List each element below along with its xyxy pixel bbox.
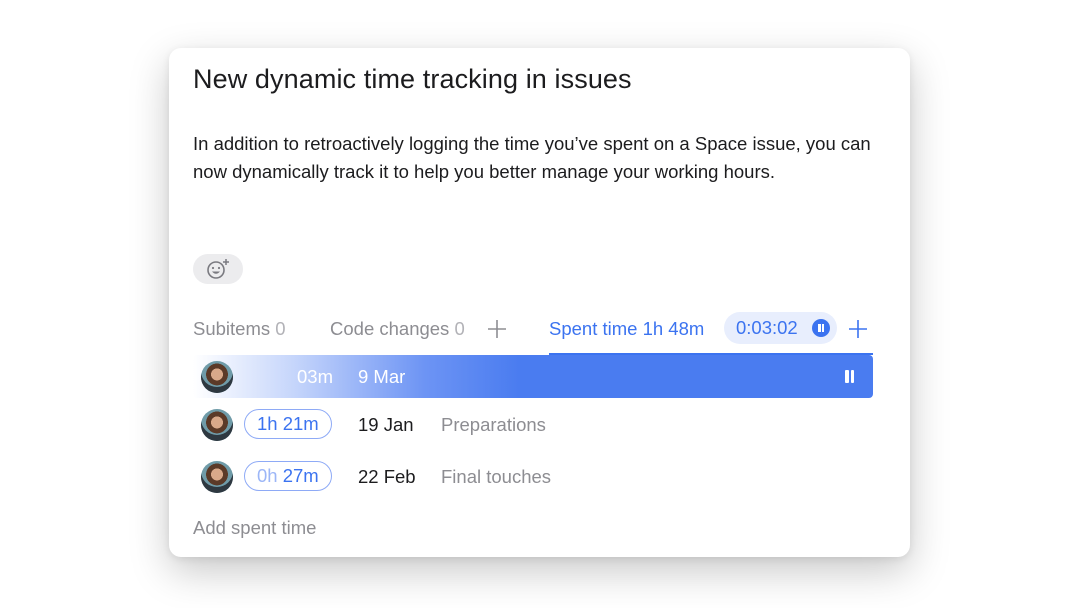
tab-code-changes[interactable]: Code changes 0 [330, 318, 465, 340]
tab-subitems-count: 0 [275, 318, 286, 339]
avatar [201, 409, 233, 441]
issue-description: In addition to retroactively logging the… [193, 133, 871, 182]
entry-minutes: 27m [282, 465, 319, 486]
entry-duration-pill[interactable]: 0h 27m [244, 461, 332, 491]
time-entry-row[interactable]: 0h 27m 22 Feb Final touches [193, 457, 873, 497]
issue-title: New dynamic time tracking in issues [193, 64, 632, 94]
time-entry-row[interactable]: 1h 21m 19 Jan Preparations [193, 405, 873, 445]
tab-spent-time-total: 1h 48m [642, 318, 705, 339]
active-time-entry[interactable]: 03m 9 Mar [193, 355, 873, 398]
add-reaction-button[interactable] [193, 254, 243, 284]
pause-icon[interactable] [812, 319, 830, 337]
tab-subitems-label: Subitems [193, 318, 271, 339]
add-code-change-plus-icon[interactable] [487, 319, 507, 339]
timer-value: 0:03:02 [736, 317, 798, 338]
add-emoji-icon [207, 259, 229, 279]
pause-icon[interactable] [843, 370, 855, 384]
tab-spent-time-label: Spent time [549, 318, 638, 339]
entry-note: Preparations [441, 414, 546, 435]
tab-subitems[interactable]: Subitems 0 [193, 318, 286, 340]
entry-note: Final touches [441, 466, 552, 487]
active-entry-date: 9 Mar [358, 366, 406, 387]
entry-hours: 0h [257, 465, 278, 486]
avatar [201, 461, 233, 493]
tab-code-changes-label: Code changes [330, 318, 450, 339]
tab-spent-time[interactable]: Spent time 1h 48m [549, 318, 704, 340]
issue-card: New dynamic time tracking in issues In a… [169, 48, 910, 557]
entry-date: 19 Jan [358, 414, 414, 435]
tabs-bar: Subitems 0 Code changes 0 Spent time 1h … [193, 312, 873, 355]
entry-date: 22 Feb [358, 466, 416, 487]
running-timer[interactable]: 0:03:02 [724, 312, 837, 344]
entry-minutes: 21m [282, 413, 319, 434]
entry-duration-pill[interactable]: 1h 21m [244, 409, 332, 439]
add-spent-time-plus-icon[interactable] [848, 319, 868, 339]
entry-hours: 1h [257, 413, 278, 434]
add-spent-time-link[interactable]: Add spent time [193, 517, 316, 539]
active-entry-duration: 03m [297, 366, 333, 387]
tab-code-changes-count: 0 [454, 318, 465, 339]
avatar [201, 361, 233, 393]
